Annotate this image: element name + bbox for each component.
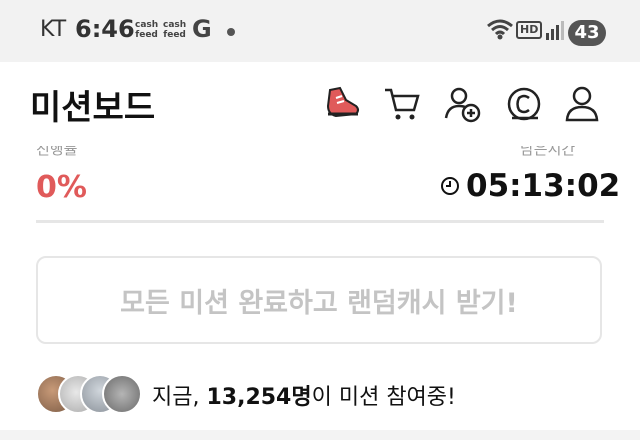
cashfeed-app-icon: cash feed [135, 20, 159, 40]
timer-label: 남은시간 [520, 146, 576, 158]
cart-icon[interactable] [382, 84, 422, 124]
profile-icon[interactable] [562, 84, 602, 124]
complete-all-missions-button[interactable]: 모든 미션 완료하고 랜덤캐시 받기! [36, 256, 602, 344]
signal-icon [546, 21, 564, 40]
rate-label: 진행률 [36, 146, 78, 158]
participant-count: 13,254명 [206, 385, 312, 410]
participant-avatars [36, 374, 146, 414]
shoe-icon[interactable] [322, 84, 362, 124]
page-title: 미션보드 [30, 88, 156, 128]
timer-value: 05:13:02 [466, 168, 621, 204]
battery-indicator: 43 [568, 20, 606, 46]
coin-icon[interactable] [504, 84, 544, 124]
avatar [102, 374, 142, 414]
hd-voice-icon: HD [516, 21, 543, 39]
wifi-icon [487, 19, 513, 40]
participants-text: 지금, 13,254명이 미션 참여중! [152, 385, 456, 410]
carrier-label: KT [40, 17, 67, 42]
section-divider [0, 430, 640, 440]
clock-icon [441, 177, 459, 195]
notification-dot-icon [227, 28, 235, 36]
clock-time: 6:46 [75, 15, 135, 43]
cashfeed-app-icon: cash feed [163, 20, 187, 40]
status-bar: KT 6:46 cash feed cash feed G HD 43 [0, 0, 640, 62]
rate-value: 0% [36, 170, 87, 205]
add-friend-icon[interactable] [442, 84, 482, 124]
google-icon: G [192, 15, 212, 43]
divider [36, 220, 604, 223]
